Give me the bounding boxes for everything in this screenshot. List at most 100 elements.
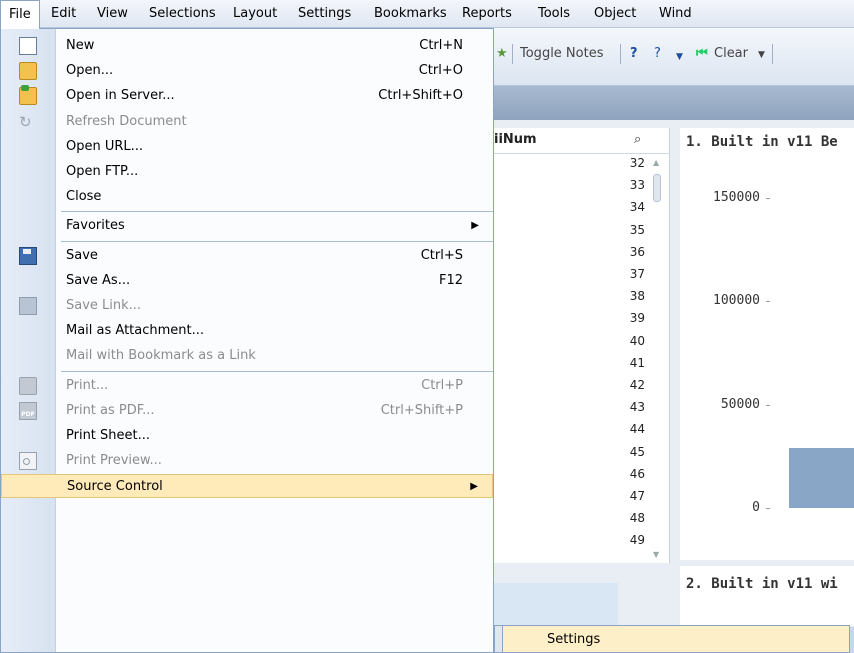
menu-item-label: Print... [66,377,109,393]
menu-reports[interactable]: Reports [454,0,520,28]
menu-item-open-ftp[interactable]: Open FTP... [1,160,493,184]
y-tick-label: 100000 [713,293,760,309]
menu-item-label: Print as PDF... [66,402,155,418]
menu-item-mail-as-attachment[interactable]: Mail as Attachment... [1,319,493,343]
chart-panel[interactable]: 1. Built in v11 Be 150000 100000 50000 0 [680,128,854,560]
menu-item-source-control[interactable]: Source Control ▶ [1,474,493,499]
menu-item-open-in-server[interactable]: Open in Server... Ctrl+Shift+O [1,84,493,108]
menu-item-favorites[interactable]: Favorites ▶ [1,214,493,238]
listbox-title: iiNum [494,132,537,147]
menu-view[interactable]: View [89,0,136,28]
menu-file[interactable]: File [0,0,40,29]
menu-item-label: Favorites [66,218,125,234]
scroll-up-icon[interactable]: ▲ [653,158,659,167]
disk-label-icon [23,248,31,254]
menu-item-shortcut: Ctrl+O [418,63,463,79]
menu-item-label: Save [66,247,98,263]
listbox-value[interactable]: 32 [605,156,645,170]
submenu-gutter [495,626,503,652]
help-pointer-icon[interactable]: ? [654,46,661,61]
menu-item-save[interactable]: Save Ctrl+S [1,244,493,268]
chart-2-title: 2. Built in v11 wi [686,576,838,592]
star-icon[interactable]: ★ [496,46,508,61]
menu-item-shortcut: F12 [438,272,463,288]
selection-area [490,583,618,627]
menu-item-print-preview[interactable]: Print Preview... [1,449,493,473]
listbox-value[interactable]: 46 [605,467,645,481]
y-tick-label: 150000 [713,190,760,205]
menu-object[interactable]: Object [586,0,644,28]
listbox[interactable]: iiNum ⌕ 32 33 34 35 36 37 38 39 40 41 42 43 44 45 46 47… [490,128,670,563]
listbox-value[interactable]: 43 [605,400,645,414]
chart-bar[interactable] [789,448,854,508]
menu-window[interactable]: Wind [651,0,700,28]
listbox-value[interactable]: 37 [605,267,645,281]
menu-item-label: Save As... [66,272,131,288]
menu-item-print-sheet[interactable]: Print Sheet... [1,424,493,448]
search-icon[interactable]: ⌕ [634,132,641,147]
y-tick-mark [766,404,770,406]
listbox-scrollbar[interactable]: ▲ ▼ [653,158,663,559]
menu-separator [61,211,493,213]
clear-dropdown-icon[interactable]: ▼ [758,50,765,60]
toolbar-overflow-icon[interactable]: ▼ [676,52,683,62]
listbox-value[interactable]: 38 [605,289,645,303]
menu-item-label: Open FTP... [66,164,139,179]
menu-settings[interactable]: Settings [290,0,359,28]
menu-item-save-as[interactable]: Save As... F12 [1,269,493,293]
menu-item-open-url[interactable]: Open URL... [1,135,493,159]
listbox-value[interactable]: 44 [605,422,645,436]
print-preview-icon [19,452,37,471]
listbox-value[interactable]: 36 [605,245,645,259]
listbox-value[interactable]: 49 [605,533,645,547]
listbox-value[interactable]: 39 [605,311,645,325]
scroll-down-icon[interactable]: ▼ [653,550,659,559]
submenu-arrow-icon: ▶ [471,220,479,232]
menu-item-new[interactable]: New Ctrl+N [1,34,493,58]
menu-item-label: Refresh Document [66,113,187,129]
listbox-value[interactable]: 47 [605,489,645,503]
listbox-value[interactable]: 48 [605,511,645,525]
menu-item-shortcut: Ctrl+P [421,377,463,393]
menu-bar: File Edit View Selections Layout Setting… [0,0,854,29]
menu-item-shortcut: Ctrl+Shift+P [380,402,463,418]
menu-item-close[interactable]: Close [1,185,493,209]
menu-item-print-as-pdf[interactable]: PDF Print as PDF... Ctrl+Shift+P [1,399,493,423]
menu-item-label: Open... [66,63,114,79]
y-tick-label: 0 [752,500,760,515]
menu-separator [61,240,493,242]
menu-item-label: Open URL... [66,138,144,154]
listbox-value[interactable]: 42 [605,378,645,392]
save-link-icon [19,297,37,315]
menu-item-refresh-document[interactable]: ↻ Refresh Document [1,110,493,134]
listbox-value[interactable]: 33 [605,178,645,192]
listbox-value[interactable]: 41 [605,356,645,370]
new-document-icon [19,37,37,55]
clear-icon[interactable]: ⏮ [696,46,708,61]
toolbar-separator [620,44,621,64]
menu-item-open[interactable]: Open... Ctrl+O [1,59,493,83]
clear-button[interactable]: Clear [714,46,748,61]
menu-item-mail-with-bookmark-as-a-link[interactable]: Mail with Bookmark as a Link [1,344,493,368]
toolbar: ★ Toggle Notes ? ? ▼ ⏮ Clear ▼ [490,28,854,86]
menu-item-print[interactable]: Print... Ctrl+P [1,374,493,398]
help-icon[interactable]: ? [630,46,638,61]
submenu-item-settings[interactable]: Settings [547,632,600,647]
menu-item-save-link[interactable]: Save Link... [1,294,493,318]
chart-panel-2[interactable]: 2. Built in v11 wi [680,566,854,626]
menu-item-label: New [66,38,95,53]
menu-item-label: Print Sheet... [66,428,151,443]
listbox-value[interactable]: 45 [605,445,645,459]
scroll-thumb[interactable] [653,174,661,202]
listbox-value[interactable]: 34 [605,200,645,214]
menu-bookmarks[interactable]: Bookmarks [366,0,455,28]
menu-tools[interactable]: Tools [530,0,578,28]
menu-edit[interactable]: Edit [43,0,84,28]
toggle-notes-button[interactable]: Toggle Notes [520,46,603,61]
listbox-value[interactable]: 35 [605,223,645,237]
menu-item-label: Close [66,189,102,205]
listbox-value[interactable]: 40 [605,334,645,348]
menu-layout[interactable]: Layout [225,0,285,28]
menu-selections[interactable]: Selections [141,0,224,28]
toolbar-separator [772,44,773,64]
